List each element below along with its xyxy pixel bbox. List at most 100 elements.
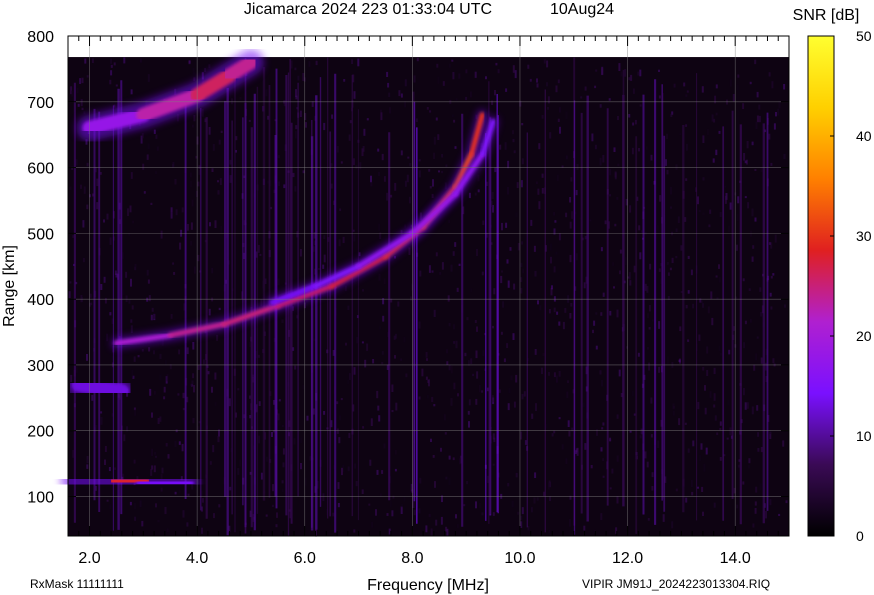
noise-speck [139,500,142,508]
noise-speck [706,128,709,136]
noise-speck [666,356,669,364]
noise-speck [213,513,215,519]
noise-speck [768,72,771,77]
noise-speck [765,511,767,519]
noise-speck [592,329,594,334]
noise-speck [294,186,297,192]
noise-speck [322,493,325,501]
noise-speck [616,455,619,462]
noise-speck [647,518,650,521]
noise-speck [415,118,418,123]
noise-speck [448,364,451,371]
noise-speck [520,515,523,521]
noise-speck [477,174,480,182]
noise-speck [361,148,364,157]
noise-speck [193,266,196,274]
noise-speck [294,131,297,139]
noise-speck [601,68,604,76]
noise-speck [394,255,396,259]
noise-speck [186,522,189,527]
noise-speck [174,178,177,185]
noise-speck [292,172,295,178]
noise-speck [770,162,773,166]
noise-speck [451,59,454,62]
noise-speck [450,264,453,272]
noise-speck [381,362,384,365]
noise-speck [84,58,87,64]
noise-speck [426,107,429,110]
noise-speck [708,224,711,228]
noise-speck [600,247,603,252]
noise-speck [353,529,356,533]
noise-speck [569,197,572,203]
noise-speck [595,312,598,315]
noise-speck [156,146,159,151]
noise-speck [662,514,665,522]
noise-speck [539,305,542,311]
noise-speck [678,418,681,426]
noise-speck [281,480,284,484]
noise-speck [634,119,637,125]
noise-speck [679,133,682,136]
noise-speck [648,362,651,371]
noise-speck [759,483,762,491]
noise-speck [383,176,386,182]
noise-speck [569,221,572,229]
noise-speck [293,438,296,445]
noise-speck [86,75,89,78]
noise-speck [179,242,182,250]
noise-speck [658,321,661,329]
noise-speck [520,431,523,440]
trace-e-layer [60,467,200,497]
noise-speck [342,236,345,243]
noise-speck [542,353,545,356]
noise-speck [331,114,334,119]
noise-speck [742,388,745,396]
noise-speck [629,280,632,286]
noise-speck [616,309,619,318]
noise-speck [507,160,510,169]
noise-speck [142,163,145,170]
noise-speck [735,244,738,251]
noise-speck [677,216,680,224]
noise-speck [541,367,543,375]
noise-speck [181,443,184,452]
noise-speck [80,99,83,107]
noise-speck [558,107,561,113]
noise-speck [438,170,440,173]
noise-speck [743,342,746,349]
noise-speck [336,145,339,153]
noise-speck [435,117,438,121]
noise-speck [440,516,443,525]
noise-speck [777,108,780,116]
data-region [68,57,789,536]
noise-speck [153,314,156,319]
noise-speck [687,290,690,294]
noise-speck [769,499,772,506]
noise-speck [617,116,619,121]
noise-speck [697,401,700,410]
noise-speck [192,417,195,424]
noise-speck [584,86,587,91]
noise-speck [513,401,516,408]
noise-speck [265,514,268,517]
noise-speck [381,470,384,474]
noise-speck [667,272,670,276]
noise-speck [131,305,134,310]
noise-speck [746,402,749,409]
noise-speck [366,118,369,121]
noise-speck [164,360,167,365]
trace-segment [71,377,129,399]
x-tick-label: 4.0 [186,550,208,567]
noise-speck [475,350,478,359]
noise-speck [754,169,757,171]
noise-speck [170,207,173,213]
noise-speck [513,283,516,290]
noise-speck [278,181,281,186]
noise-speck [566,391,569,398]
noise-speck [491,395,494,402]
noise-speck [709,209,712,214]
noise-speck [536,78,538,83]
noise-speck [632,122,635,126]
noise-speck [302,73,305,81]
